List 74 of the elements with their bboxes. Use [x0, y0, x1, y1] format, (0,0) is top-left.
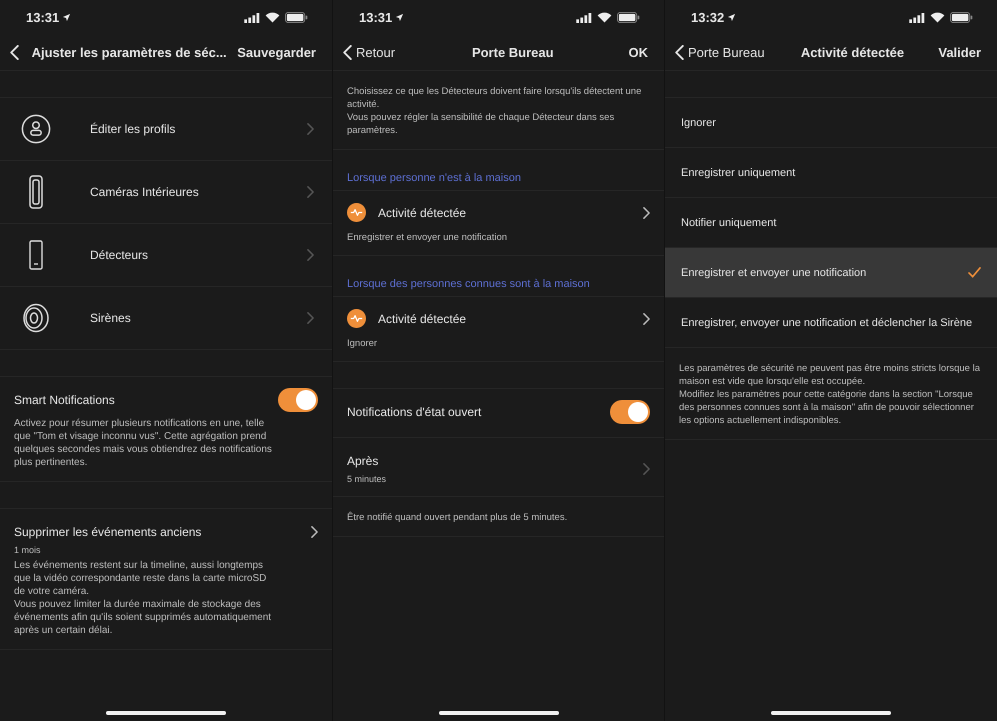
- toggle-switch[interactable]: [610, 400, 650, 424]
- person-icon: [21, 114, 51, 144]
- activity-value: Enregistrer et envoyer une notification: [347, 232, 508, 243]
- menu-item[interactable]: Sirènes: [0, 287, 332, 350]
- action-button[interactable]: Valider: [938, 45, 981, 60]
- setting-description: Activez pour résumer plusieurs notifications en une, telle que "Tom et visage inconnu vus". Cette agrégation prend quelques secondes mais vous obtiendrez des notifications plus pertinentes.: [14, 417, 273, 469]
- battery-icon: [285, 12, 308, 23]
- setting-value: 1 mois: [14, 545, 42, 555]
- menu-label: Sirènes: [90, 311, 132, 325]
- setting-title: Supprimer les événements anciens: [14, 525, 202, 539]
- detector-icon: [29, 240, 43, 270]
- checkmark-icon: [968, 267, 981, 278]
- setting-description: Les événements restent sur la timeline, aussi longtemps que la vidéo correspondante reste dans la carte microSD de votre caméra. Vous pouvez limiter la durée maximale de stockage des événements afin qu'ils soient supprimés automatiquement après un certain délai.: [14, 559, 272, 637]
- chevron-icon: [643, 312, 650, 324]
- option-item[interactable]: Enregistrer, envoyer une notification et déclencher la Sirène: [665, 298, 997, 348]
- wifi-icon: [597, 12, 612, 23]
- action-button[interactable]: OK: [628, 45, 648, 60]
- activity-icon: [347, 203, 366, 222]
- info-text: Les paramètres de sécurité ne peuvent pas être moins stricts lorsque la maison est vide que lorsqu'elle est occupée. Modifiez les paramètres pour cette catégorie dans la section "Lorsque des personnes connues sont à la maison" afin de pouvoir sélectionner les options actuellement indisponibles.: [679, 363, 980, 426]
- setting-title: Notifications d'état ouvert: [347, 405, 482, 419]
- activity-row[interactable]: Activité détectée Enregistrer et envoyer une notification: [333, 191, 664, 256]
- back-button[interactable]: [8, 43, 21, 62]
- siren-icon: [22, 303, 50, 333]
- location-icon: [395, 13, 404, 22]
- toggle-switch[interactable]: [278, 388, 318, 412]
- section-header: Lorsque personne n'est à la maison: [347, 172, 521, 184]
- signal-icon: [576, 12, 592, 22]
- activity-icon: [347, 309, 366, 328]
- section-header: Lorsque des personnes connues sont à la maison: [347, 278, 590, 290]
- option-item[interactable]: Enregistrer et envoyer une notification: [665, 248, 997, 298]
- status-time: 13:31: [359, 10, 392, 25]
- back-button[interactable]: Porte Bureau: [673, 43, 767, 62]
- chevron-icon: [643, 206, 650, 218]
- menu-item[interactable]: Éditer les profils: [0, 98, 332, 161]
- menu-label: Détecteurs: [90, 248, 150, 262]
- chevron-icon: [307, 123, 314, 135]
- battery-icon: [617, 12, 640, 23]
- status-time: 13:31: [26, 10, 60, 25]
- chevron-icon: [307, 249, 314, 261]
- activity-value: Ignorer: [347, 338, 378, 349]
- activity-row[interactable]: Activité détectée Ignorer: [333, 297, 664, 362]
- menu-item[interactable]: Caméras Intérieures: [0, 161, 332, 224]
- screen-title: Activité détectée: [800, 45, 906, 60]
- wifi-icon: [930, 12, 945, 23]
- info-text: Choisissez ce que les Détecteurs doivent faire lorsqu'ils détectent une activité. Vous pouvez régler la sensibilité de chaque Détecteur dans ses paramètres.: [347, 86, 642, 136]
- chevron-icon: [643, 463, 650, 475]
- option-item[interactable]: Ignorer: [665, 98, 997, 148]
- screen-title: Ajuster les paramètres de séc...: [30, 45, 228, 60]
- setting-title: Après: [347, 454, 378, 468]
- back-button[interactable]: Retour: [341, 43, 398, 62]
- activity-title: Activité détectée: [378, 206, 468, 220]
- back-icon: [675, 45, 684, 60]
- info-text: Être notifié quand ouvert pendant plus de 5 minutes.: [347, 512, 568, 523]
- location-icon: [727, 13, 736, 22]
- signal-icon: [244, 12, 260, 22]
- wifi-icon: [265, 12, 280, 23]
- chevron-icon: [307, 186, 314, 198]
- option-item[interactable]: Enregistrer uniquement: [665, 148, 997, 198]
- activity-title: Activité détectée: [378, 312, 468, 326]
- status-time: 13:32: [691, 10, 724, 25]
- screen-title: Porte Bureau: [470, 45, 555, 60]
- back-icon: [343, 45, 352, 60]
- menu-label: Éditer les profils: [90, 122, 176, 136]
- signal-icon: [909, 12, 925, 22]
- setting-value: 5 minutes: [347, 474, 388, 484]
- action-button[interactable]: Sauvegarder: [237, 45, 316, 60]
- chevron-icon: [307, 312, 314, 324]
- chevron-icon: [311, 526, 318, 538]
- camera-icon: [29, 175, 43, 209]
- location-icon: [62, 13, 72, 22]
- menu-label: Caméras Intérieures: [90, 185, 200, 199]
- back-icon: [10, 45, 19, 60]
- setting-title: Smart Notifications: [14, 393, 115, 407]
- battery-icon: [950, 12, 973, 23]
